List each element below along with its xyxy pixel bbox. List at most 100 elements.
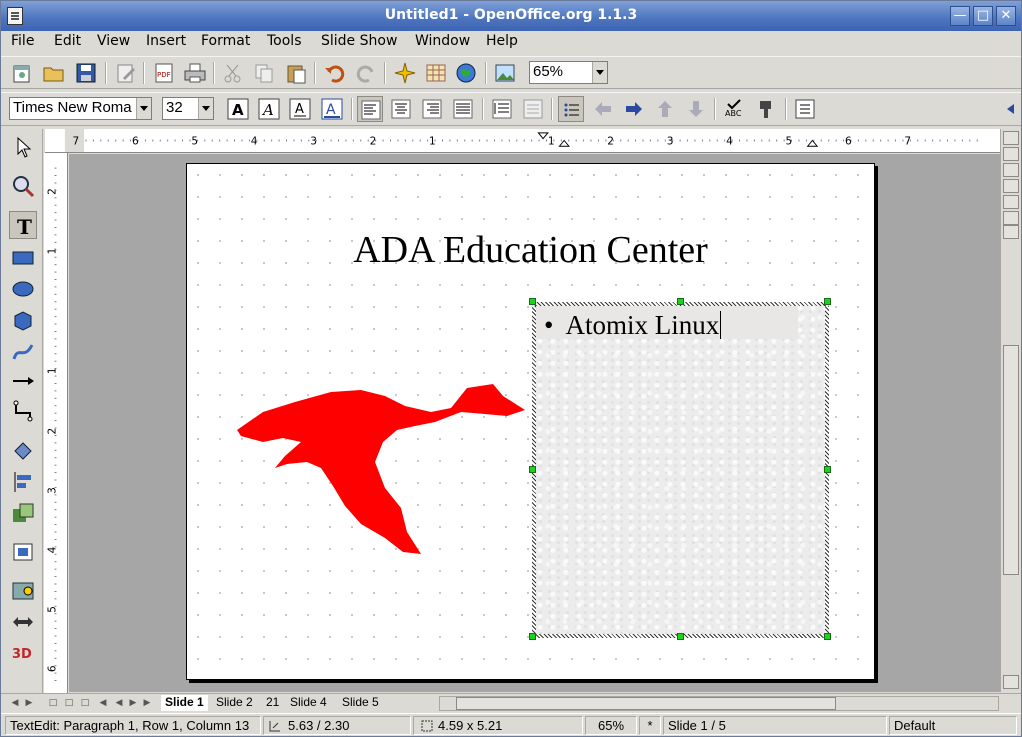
menu-file[interactable]: File [11, 33, 34, 49]
menu-format[interactable]: Format [201, 33, 250, 49]
resize-handle-se[interactable] [824, 633, 831, 640]
view-toggle-icon[interactable]: □ [47, 696, 59, 710]
zoom-icon[interactable] [9, 172, 37, 200]
status-zoom[interactable]: 65% [585, 716, 637, 735]
menu-edit[interactable]: Edit [54, 33, 81, 49]
select-pointer-icon[interactable] [9, 133, 37, 161]
font-name-combo[interactable]: Times New Roma [9, 97, 152, 120]
toolbar-expand-icon[interactable] [997, 96, 1015, 122]
resize-handle-e[interactable] [824, 466, 831, 473]
align-objects-icon[interactable] [9, 468, 37, 496]
spellcheck-icon[interactable]: ABC [722, 96, 748, 122]
arrow-down-icon[interactable] [683, 96, 709, 122]
paragraph-spacing-icon[interactable] [520, 96, 546, 122]
view-mode-button[interactable] [1003, 131, 1019, 145]
horizontal-ruler[interactable]: 7 6 5 4 3 2 1 1 2 3 4 5 6 7 [45, 129, 1000, 153]
scroll-up-arrow-icon[interactable] [1003, 225, 1019, 239]
undo-icon[interactable] [322, 60, 348, 86]
tab-slide-3[interactable]: 21 [262, 695, 283, 711]
tab-slide-4[interactable]: Slide 4 [286, 695, 331, 711]
chevron-down-icon[interactable] [136, 98, 151, 119]
close-button[interactable]: ✕ [996, 6, 1016, 26]
menu-help[interactable]: Help [486, 33, 518, 49]
slide-title[interactable]: ADA Education Center [187, 228, 874, 272]
styles-icon[interactable] [754, 96, 780, 122]
copy-icon[interactable] [251, 60, 277, 86]
ellipse-icon[interactable] [9, 275, 37, 303]
underline-icon[interactable]: A [287, 96, 313, 122]
table-icon[interactable] [423, 60, 449, 86]
title-bar[interactable]: Untitled1 - OpenOffice.org 1.1.3 — □ ✕ [1, 1, 1021, 31]
outline-icon[interactable] [792, 96, 818, 122]
view-mode-button[interactable] [1003, 179, 1019, 193]
view-toggle-icon[interactable]: □ [63, 696, 75, 710]
scroll-left-icon[interactable]: ◀ [9, 696, 21, 710]
align-left-icon[interactable] [357, 96, 383, 122]
red-flying-figure[interactable] [235, 382, 527, 558]
last-slide-icon[interactable]: ▶ [141, 696, 153, 710]
bullet-text[interactable]: Atomix Linux [565, 310, 719, 340]
text-tool-icon[interactable]: T [9, 211, 37, 239]
menu-view[interactable]: View [97, 33, 130, 49]
menu-slide-show[interactable]: Slide Show [321, 33, 397, 49]
scroll-right-icon[interactable]: ▶ [23, 696, 35, 710]
view-mode-button[interactable] [1003, 147, 1019, 161]
export-pdf-icon[interactable]: PDF [151, 60, 177, 86]
prev-slide-icon[interactable]: ◀ [113, 696, 125, 710]
text-box-selected[interactable]: • Atomix Linux [532, 302, 829, 638]
bullet-item[interactable]: • Atomix Linux [544, 310, 722, 341]
vertical-scrollbar[interactable] [1000, 129, 1020, 692]
scroll-down-arrow-icon[interactable] [1003, 675, 1019, 689]
open-folder-icon[interactable] [41, 60, 67, 86]
menu-tools[interactable]: Tools [267, 33, 302, 49]
justify-icon[interactable] [450, 96, 476, 122]
menu-window[interactable]: Window [415, 33, 470, 49]
next-slide-icon[interactable]: ▶ [127, 696, 139, 710]
zoom-combo[interactable]: 65% [529, 61, 608, 84]
view-mode-button[interactable] [1003, 211, 1019, 225]
arrow-right-icon[interactable] [621, 96, 647, 122]
arrange-icon[interactable] [9, 499, 37, 527]
resize-handle-n[interactable] [677, 298, 684, 305]
arrow-left-icon[interactable] [590, 96, 616, 122]
bullets-icon[interactable] [558, 96, 584, 122]
font-size-combo[interactable]: 32 [162, 97, 214, 120]
paste-icon[interactable] [283, 60, 309, 86]
vertical-ruler[interactable]: 2 1 1 2 3 4 5 6 [44, 153, 68, 693]
horizontal-scrollbar[interactable] [439, 696, 999, 711]
tab-slide-1[interactable]: Slide 1 [161, 695, 208, 711]
controls-icon[interactable] [9, 577, 37, 605]
connector-icon[interactable] [9, 397, 37, 425]
align-right-icon[interactable] [419, 96, 445, 122]
horizontal-scroll-thumb[interactable] [456, 697, 836, 710]
tab-slide-2[interactable]: Slide 2 [212, 695, 257, 711]
line-arrow-icon[interactable] [9, 367, 37, 395]
align-center-icon[interactable] [388, 96, 414, 122]
first-slide-icon[interactable]: ◀ [97, 696, 109, 710]
font-color-icon[interactable]: A [319, 96, 345, 122]
slide-canvas[interactable]: ADA Education Center • Atomix Linux [69, 154, 1000, 692]
new-document-icon[interactable] [9, 60, 35, 86]
chevron-down-icon[interactable] [198, 98, 213, 119]
bold-icon[interactable]: A [225, 96, 251, 122]
resize-handle-nw[interactable] [529, 298, 536, 305]
effects-icon[interactable] [9, 437, 37, 465]
chevron-down-icon[interactable] [592, 62, 607, 83]
minimize-button[interactable]: — [950, 6, 970, 26]
3d-effects-icon[interactable]: 3D [9, 638, 37, 666]
slide[interactable]: ADA Education Center • Atomix Linux [186, 163, 875, 680]
resize-handle-w[interactable] [529, 466, 536, 473]
line-spacing-icon[interactable] [489, 96, 515, 122]
transform-icon[interactable] [9, 608, 37, 636]
navigator-star-icon[interactable] [392, 60, 418, 86]
insert-object-icon[interactable] [9, 538, 37, 566]
menu-insert[interactable]: Insert [146, 33, 186, 49]
view-mode-button[interactable] [1003, 195, 1019, 209]
resize-handle-sw[interactable] [529, 633, 536, 640]
print-icon[interactable] [182, 60, 208, 86]
arrow-up-icon[interactable] [652, 96, 678, 122]
vertical-scroll-thumb[interactable] [1003, 345, 1019, 575]
maximize-button[interactable]: □ [973, 6, 993, 26]
3d-object-icon[interactable] [9, 306, 37, 334]
resize-handle-s[interactable] [677, 633, 684, 640]
